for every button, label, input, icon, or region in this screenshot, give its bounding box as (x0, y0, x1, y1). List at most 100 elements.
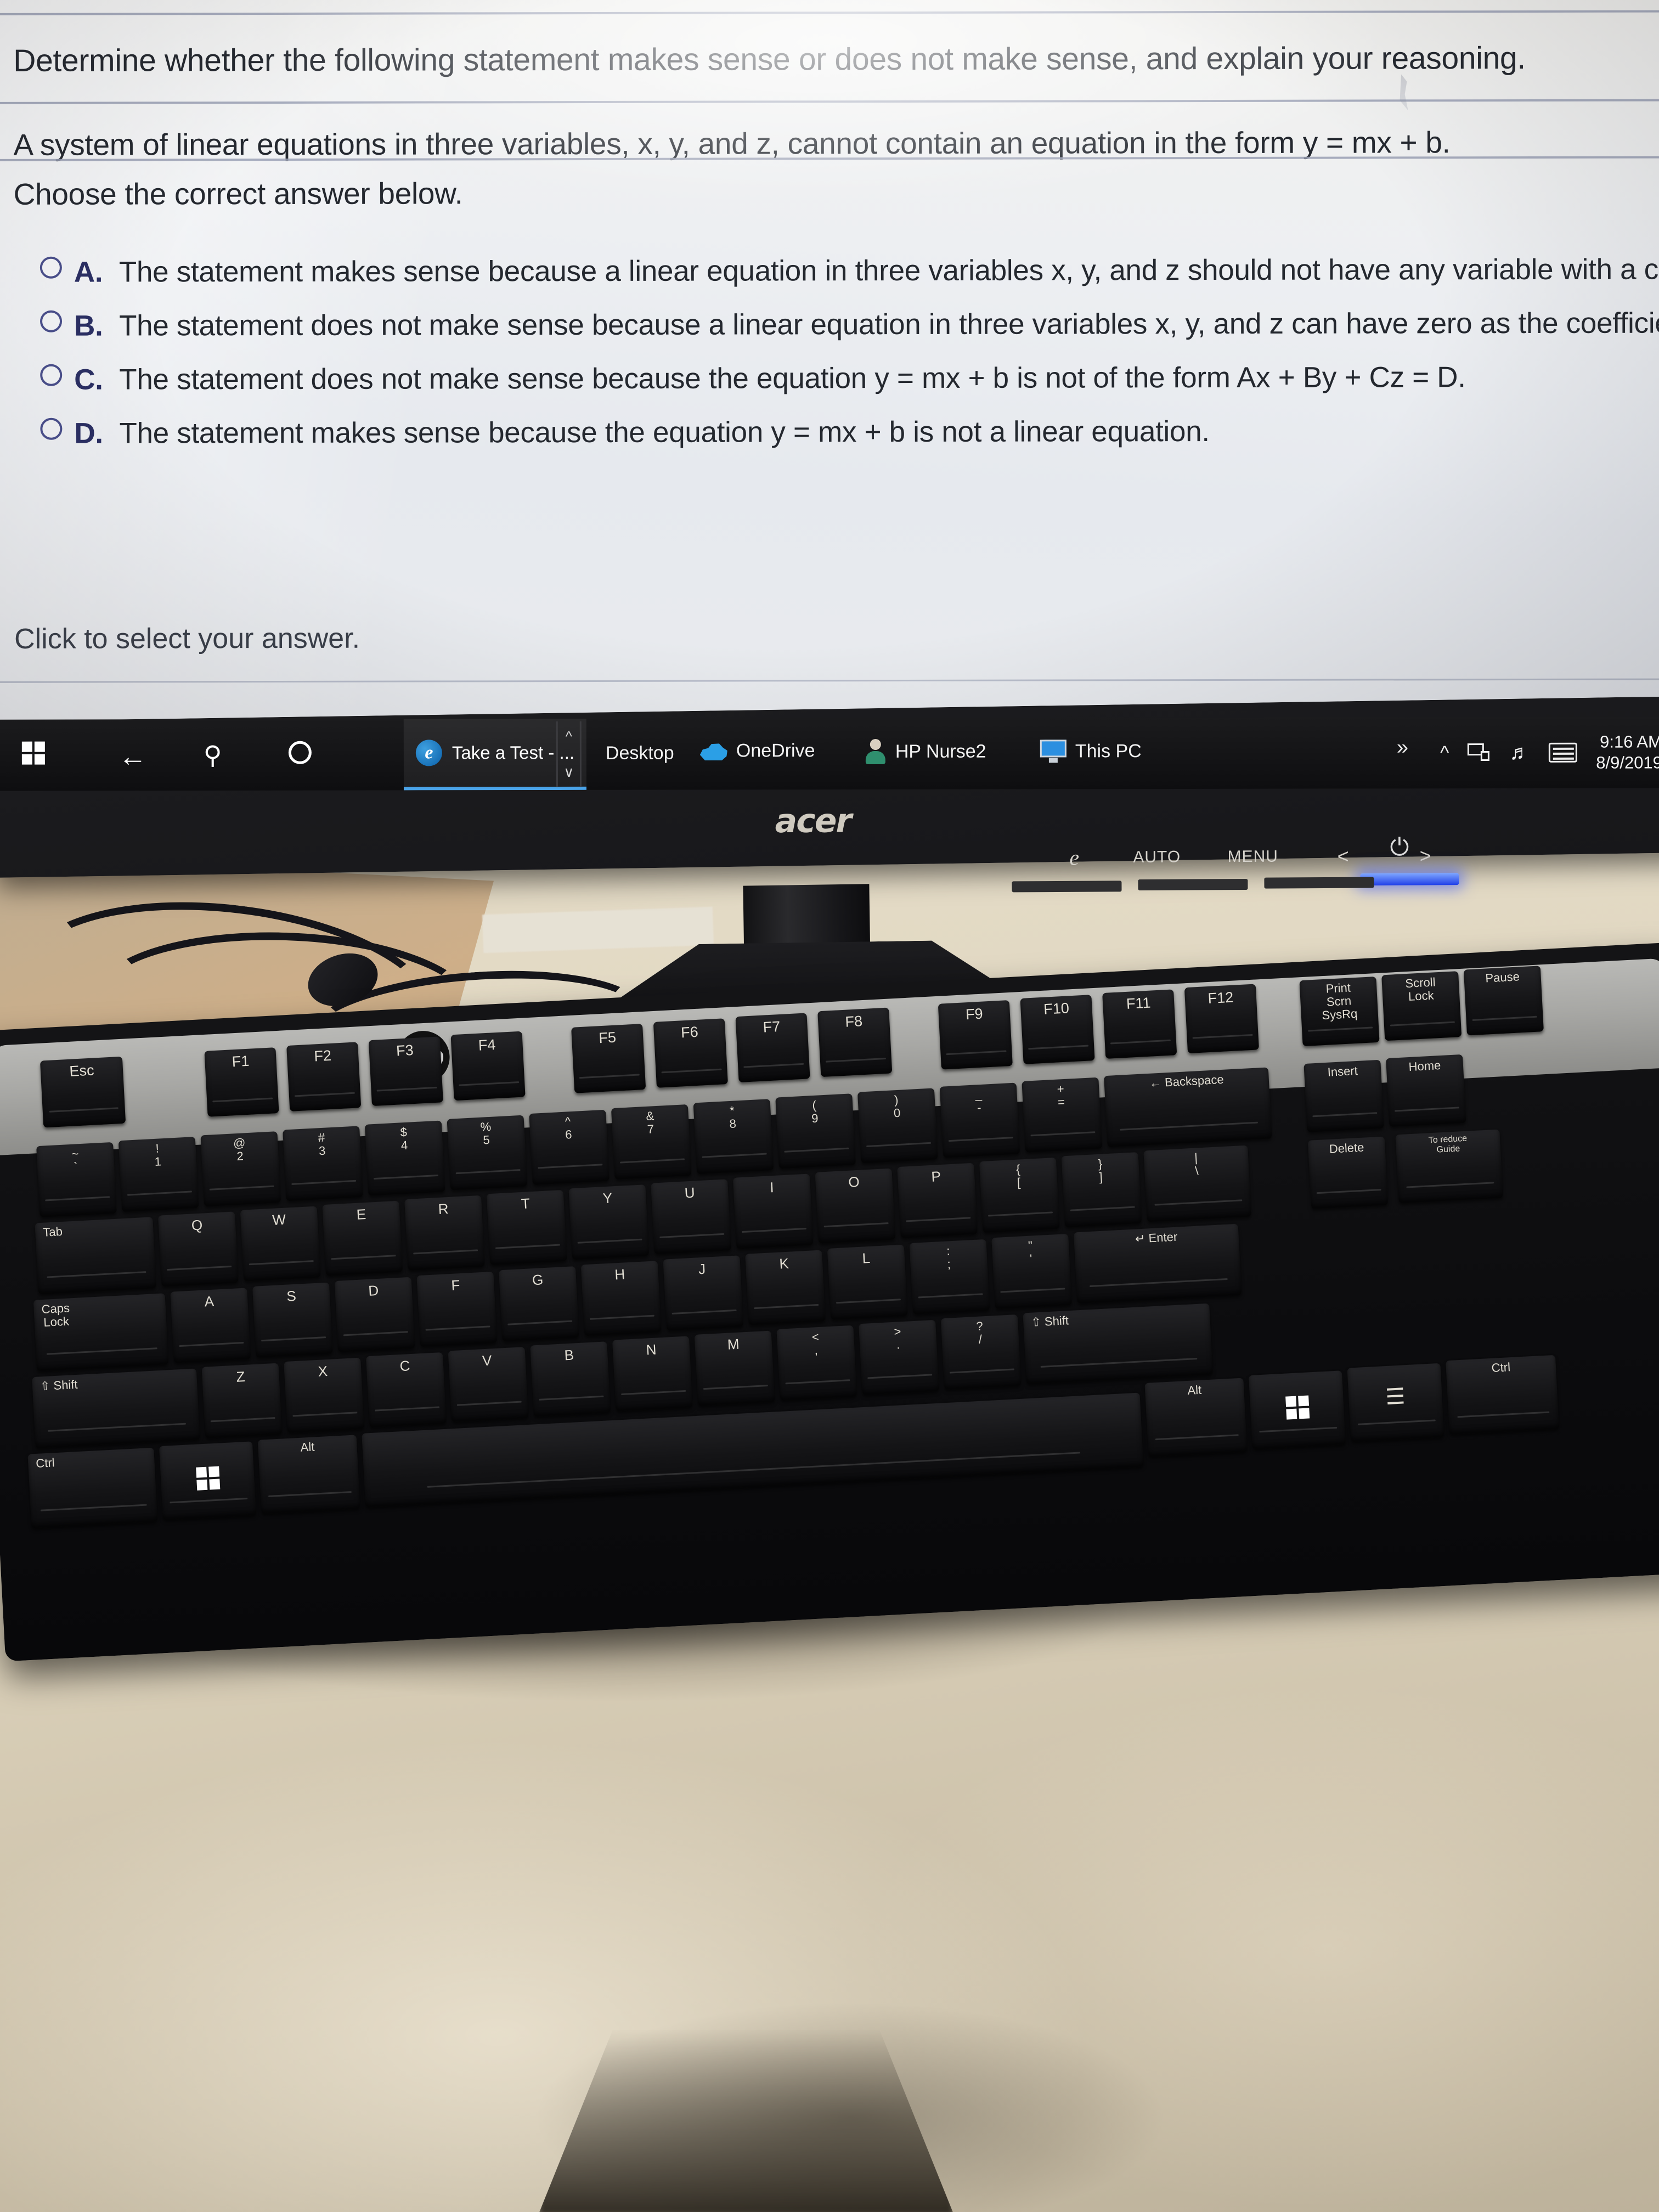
radio-button-a[interactable] (40, 256, 62, 279)
key-p[interactable]: P (897, 1163, 978, 1238)
network-button[interactable] (1468, 742, 1491, 763)
key-minus[interactable]: _ - (939, 1082, 1020, 1158)
key-g[interactable]: G (499, 1266, 579, 1342)
key-f[interactable]: F (416, 1271, 498, 1347)
key-b[interactable]: B (530, 1341, 611, 1417)
key-0[interactable]: ) 0 (857, 1088, 938, 1164)
key-ctrl-right[interactable]: Ctrl (1446, 1355, 1559, 1435)
key-caps-lock[interactable]: Caps Lock (33, 1293, 169, 1372)
key-r[interactable]: R (404, 1195, 485, 1271)
key-y[interactable]: Y (568, 1184, 650, 1260)
key-period[interactable]: > . (859, 1319, 939, 1396)
key-d[interactable]: D (334, 1277, 415, 1352)
key-semicolon[interactable]: : ; (909, 1239, 990, 1314)
key-q[interactable]: Q (158, 1211, 239, 1287)
key-backspace[interactable]: ← Backspace (1104, 1067, 1272, 1148)
taskbar-overflow-button[interactable]: » (1397, 736, 1408, 759)
taskbar-item-desktop[interactable]: Desktop (606, 743, 674, 764)
key-u[interactable]: U (651, 1179, 731, 1255)
power-icon[interactable]: ⏻ (1390, 834, 1409, 861)
key-l[interactable]: L (827, 1244, 908, 1320)
key-pause[interactable]: Pause (1463, 966, 1544, 1036)
key-6[interactable]: ^ 6 (529, 1109, 610, 1185)
key-4[interactable]: $ 4 (364, 1120, 445, 1196)
osd-button-left[interactable]: < (1302, 844, 1385, 868)
key-9[interactable]: ( 9 (775, 1093, 856, 1169)
key-ctrl-left[interactable]: Ctrl (27, 1447, 158, 1528)
key-f1[interactable]: F1 (204, 1047, 279, 1117)
key-2[interactable]: @ 2 (200, 1131, 281, 1207)
back-button[interactable]: ← (119, 740, 147, 773)
key-backslash[interactable]: | \ (1143, 1145, 1251, 1222)
key-f3[interactable]: F3 (368, 1036, 443, 1107)
search-button[interactable]: ⚲ (204, 740, 222, 770)
key-z[interactable]: Z (201, 1363, 283, 1438)
key-equals[interactable]: + = (1022, 1077, 1102, 1153)
key-e[interactable]: E (322, 1200, 403, 1276)
key-alt-left[interactable]: Alt (257, 1435, 360, 1514)
key-v[interactable]: V (448, 1347, 529, 1423)
key-j[interactable]: J (663, 1255, 744, 1331)
key-7[interactable]: & 7 (611, 1104, 692, 1180)
key-insert[interactable]: Insert (1304, 1059, 1384, 1132)
key-f5[interactable]: F5 (571, 1024, 646, 1093)
key-f12[interactable]: F12 (1184, 984, 1259, 1054)
key-alt-right[interactable]: Alt (1144, 1378, 1248, 1457)
osd-button-e[interactable]: e (1039, 844, 1110, 871)
cortana-button[interactable] (288, 741, 312, 764)
osd-button-auto[interactable]: AUTO (1110, 848, 1204, 867)
key-f6[interactable]: F6 (653, 1018, 728, 1088)
start-button[interactable] (21, 741, 46, 766)
taskbar-clock[interactable]: 9:16 AM 8/9/2019 (1596, 732, 1659, 774)
key-h[interactable]: H (580, 1261, 662, 1336)
key-comma[interactable]: < , (776, 1325, 857, 1401)
audio-button[interactable]: ♬ (1509, 741, 1530, 764)
task-spinner[interactable]: ^ ∨ (556, 721, 582, 787)
key-bracket-right[interactable]: } ] (1061, 1152, 1142, 1228)
key-c[interactable]: C (365, 1352, 447, 1428)
key-f9[interactable]: F9 (938, 1000, 1013, 1070)
key-5[interactable]: % 5 (447, 1115, 528, 1190)
key-esc[interactable]: Esc (40, 1056, 126, 1128)
key-backtick[interactable]: ~ ` (36, 1142, 117, 1218)
key-shift-left[interactable]: ⇧ Shift (32, 1368, 200, 1449)
key-f11[interactable]: F11 (1102, 989, 1177, 1059)
key-8[interactable]: * 8 (693, 1099, 774, 1175)
key-s[interactable]: S (252, 1282, 333, 1358)
show-hidden-icons-button[interactable]: ^ (1440, 742, 1449, 764)
radio-button-c[interactable] (40, 364, 63, 386)
key-f4[interactable]: F4 (450, 1031, 526, 1101)
key-x[interactable]: X (284, 1357, 364, 1433)
taskbar-item-onedrive[interactable]: OneDrive (700, 740, 815, 761)
key-o[interactable]: O (815, 1168, 896, 1244)
key-enter[interactable]: ↵ Enter (1073, 1223, 1242, 1304)
key-f2[interactable]: F2 (286, 1042, 362, 1111)
key-scroll-lock[interactable]: Scroll Lock (1381, 971, 1462, 1041)
key-m[interactable]: M (694, 1330, 775, 1406)
key-print-screen[interactable]: Print Scrn SysRq (1299, 976, 1380, 1047)
key-k[interactable]: K (745, 1250, 826, 1325)
key-shift-right[interactable]: ⇧ Shift (1023, 1303, 1213, 1385)
key-n[interactable]: N (612, 1336, 693, 1412)
radio-button-d[interactable] (40, 417, 63, 440)
key-slash[interactable]: ? / (940, 1314, 1022, 1390)
taskbar-item-this-pc[interactable]: This PC (1040, 740, 1142, 763)
taskbar-item-hp-nurse2[interactable]: HP Nurse2 (865, 738, 986, 765)
key-home[interactable]: Home (1386, 1054, 1466, 1127)
key-t[interactable]: T (486, 1190, 567, 1266)
key-bracket-left[interactable]: { [ (979, 1157, 1060, 1233)
key-quote[interactable]: " ' (991, 1233, 1072, 1310)
radio-button-b[interactable] (40, 310, 63, 332)
key-f8[interactable]: F8 (817, 1007, 893, 1077)
key-tab[interactable]: Tab (35, 1217, 156, 1295)
key-w[interactable]: W (240, 1206, 321, 1282)
touch-keyboard-button[interactable] (1549, 742, 1578, 763)
key-1[interactable]: ! 1 (118, 1137, 199, 1212)
key-windows-right[interactable] (1249, 1370, 1346, 1449)
key-f7[interactable]: F7 (735, 1013, 810, 1083)
osd-button-menu[interactable]: MENU (1204, 847, 1302, 866)
key-i[interactable]: I (732, 1173, 814, 1249)
key-a[interactable]: A (170, 1288, 251, 1363)
key-menu[interactable]: ☰ (1347, 1363, 1444, 1442)
key-f10[interactable]: F10 (1020, 995, 1095, 1064)
